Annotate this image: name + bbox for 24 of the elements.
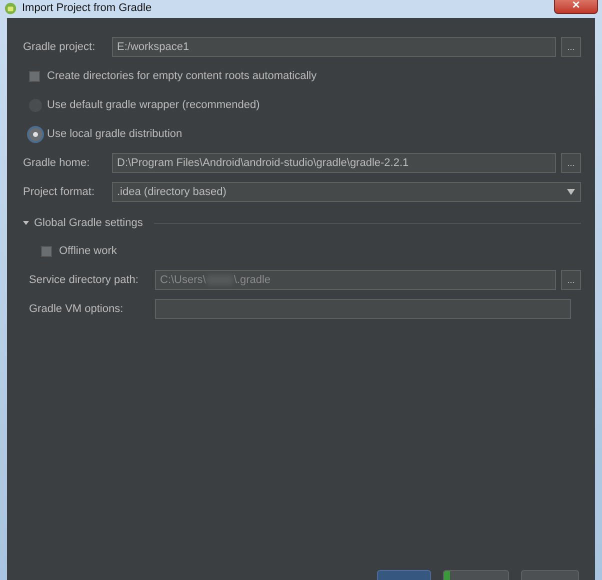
radio-button[interactable] <box>29 128 42 140</box>
checkbox[interactable] <box>29 70 40 82</box>
checkbox-label: Create directories for empty content roots automatically <box>47 70 317 82</box>
project-path-field[interactable]: E:/workspace1 <box>112 37 556 57</box>
field-label: Gradle home: <box>23 157 91 169</box>
field-label: Gradle project: <box>23 41 96 53</box>
section-title: Global Gradle settings <box>34 217 143 229</box>
vm-options-field[interactable] <box>155 299 571 319</box>
android-icon <box>4 2 17 14</box>
radio-label: Use local gradle distribution <box>47 128 182 140</box>
window-title: Import Project from Gradle <box>22 2 152 14</box>
dropdown-arrow-icon <box>567 189 575 195</box>
project-format-dropdown[interactable]: .idea (directory based) <box>112 182 581 202</box>
checkbox-label: Offline work <box>59 245 117 257</box>
gradle-home-field[interactable]: D:\Program Files\Android\android-studio\gradle\gradle-2.2.1 <box>112 153 556 173</box>
browse-button[interactable]: ... <box>561 153 581 173</box>
checkbox[interactable] <box>41 246 52 256</box>
browse-button[interactable]: ... <box>561 37 581 57</box>
field-label: Service directory path: <box>29 274 140 286</box>
field-label: Gradle VM options: <box>29 303 124 315</box>
field-label: Project format: <box>23 186 96 198</box>
close-button[interactable]: × <box>554 0 598 14</box>
expand-arrow-icon[interactable] <box>23 220 29 226</box>
radio-label: Use default gradle wrapper (recommended) <box>47 99 260 111</box>
